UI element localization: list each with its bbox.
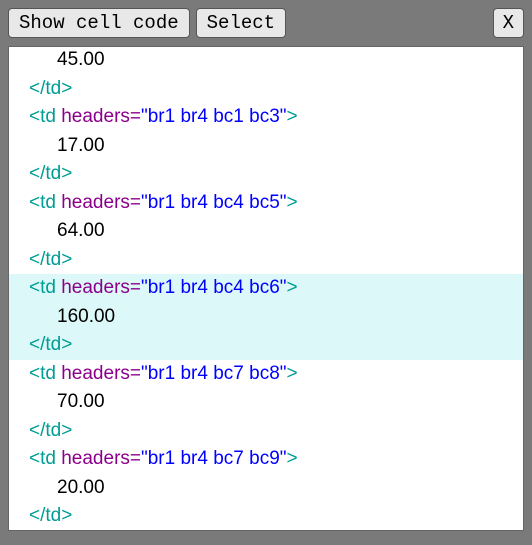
code-text: 17.00 [57, 135, 105, 156]
code-text: 70.00 [57, 391, 105, 412]
code-text: 45.00 [57, 49, 105, 70]
close-button[interactable]: X [493, 8, 524, 38]
close-tag: </td> [29, 420, 72, 441]
attr-value: "br1 br4 bc7 bc8" [141, 363, 287, 384]
attr-name: headers= [61, 448, 141, 469]
code-line[interactable]: <td headers="br1 br4 bc7 bc9"> [9, 445, 523, 474]
code-line[interactable]: </td> [9, 331, 523, 360]
code-text: 64.00 [57, 220, 105, 241]
open-tag: <td [29, 277, 61, 298]
code-line[interactable]: 70.00 [9, 388, 523, 417]
code-view[interactable]: 45.00</td><td headers="br1 br4 bc1 bc3">… [8, 46, 524, 531]
attr-value: "br1 br4 bc4 bc6" [141, 277, 287, 298]
open-tag: <td [29, 448, 61, 469]
tag-close-bracket: > [287, 106, 298, 127]
code-line[interactable]: <td headers="br1 br4 bc7 bc8"> [9, 360, 523, 389]
close-tag: </td> [29, 163, 72, 184]
attr-value: "br1 br4 bc7 bc9" [141, 448, 287, 469]
attr-name: headers= [61, 363, 141, 384]
open-tag: <td [29, 363, 61, 384]
attr-value: "br1 br4 bc1 bc3" [141, 106, 287, 127]
attr-value: "br1 br4 bc4 bc5" [141, 192, 287, 213]
code-line[interactable]: <td headers="br1 br4 bc4 bc6"> [9, 274, 523, 303]
attr-name: headers= [61, 277, 141, 298]
open-tag: <td [29, 106, 61, 127]
code-line[interactable]: </td> [9, 160, 523, 189]
code-line[interactable]: 160.00 [9, 303, 523, 332]
close-tag: </td> [29, 505, 72, 526]
code-line[interactable]: 20.00 [9, 474, 523, 503]
select-button[interactable]: Select [196, 8, 286, 38]
code-line[interactable]: <td headers="br1 br4 bc4 bc5"> [9, 189, 523, 218]
code-line[interactable]: </td> [9, 502, 523, 531]
close-tag: </td> [29, 334, 72, 355]
code-line[interactable]: <td headers="br1 br4 bc10"> [9, 531, 523, 532]
tag-close-bracket: > [287, 192, 298, 213]
tag-close-bracket: > [287, 448, 298, 469]
code-text: 20.00 [57, 477, 105, 498]
open-tag: <td [29, 192, 61, 213]
tag-close-bracket: > [287, 363, 298, 384]
code-line[interactable]: <td headers="br1 br4 bc1 bc3"> [9, 103, 523, 132]
code-line[interactable]: 64.00 [9, 217, 523, 246]
dialog-frame: Show cell code Select X 45.00 </td> <td he… [0, 0, 532, 545]
close-tag: </td> [29, 249, 72, 270]
code-line[interactable]: </td> [9, 246, 523, 275]
code-text: 160.00 [57, 306, 115, 327]
code-line[interactable]: 45.00 [9, 46, 523, 75]
attr-name: headers= [61, 106, 141, 127]
code-line[interactable]: 17.00 [9, 132, 523, 161]
attr-name: headers= [61, 192, 141, 213]
tag-close-bracket: > [287, 277, 298, 298]
toolbar: Show cell code Select X [8, 8, 524, 38]
show-cell-code-button[interactable]: Show cell code [8, 8, 190, 38]
close-tag: </td> [29, 78, 72, 99]
code-line[interactable]: </td> [9, 417, 523, 446]
code-line[interactable]: </td> [9, 75, 523, 104]
